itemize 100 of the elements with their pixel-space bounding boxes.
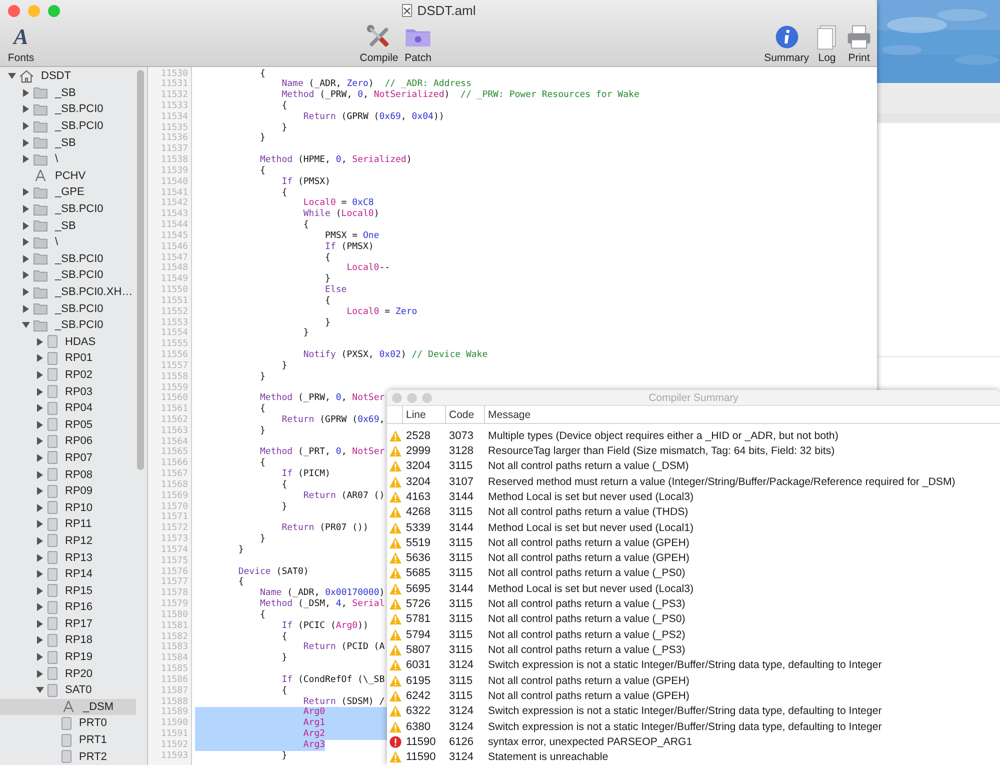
tree-item[interactable]: _SB.PCI0: [0, 250, 136, 268]
triangle-right-icon[interactable]: [22, 155, 30, 164]
summary-button[interactable]: Summary: [764, 23, 809, 64]
tree-item[interactable]: RP12: [0, 532, 136, 550]
print-button[interactable]: Print: [845, 23, 873, 64]
triangle-right-icon[interactable]: [36, 504, 44, 512]
triangle-right-icon[interactable]: [36, 653, 44, 662]
tree-item[interactable]: _SB.PCI0.XH…: [0, 284, 136, 300]
tree-item[interactable]: HDAS: [0, 334, 136, 350]
tree-item[interactable]: RP09: [0, 482, 136, 500]
tree-item[interactable]: _SB.PCI0: [0, 200, 136, 218]
tree-item[interactable]: PCHV: [0, 168, 136, 184]
line-cell-text: 3204: [405, 476, 432, 488]
patch-button[interactable]: Patch: [400, 23, 436, 64]
device-icon: [47, 684, 58, 697]
tree-item[interactable]: RP13: [0, 549, 136, 566]
triangle-right-icon[interactable]: [22, 88, 30, 97]
tree-item[interactable]: _SB.PCI0: [0, 101, 136, 118]
tree-item[interactable]: RP11: [0, 516, 136, 533]
tree-item[interactable]: RP05: [0, 416, 136, 434]
tree-item[interactable]: PRT1: [0, 732, 136, 748]
column-header[interactable]: Line: [402, 406, 445, 423]
tree-item[interactable]: _SB: [0, 217, 136, 234]
triangle-right-icon[interactable]: [22, 304, 30, 313]
tree-item[interactable]: RP16: [0, 599, 136, 616]
scrollbar[interactable]: [137, 70, 144, 470]
triangle-down-icon[interactable]: [22, 321, 30, 330]
log-button[interactable]: Log: [813, 23, 841, 64]
triangle-right-icon[interactable]: [36, 670, 44, 678]
triangle-right-icon[interactable]: [36, 338, 44, 346]
tree-item[interactable]: RP14: [0, 566, 136, 582]
triangle-right-icon[interactable]: [22, 222, 30, 230]
tree-item[interactable]: _GPE: [0, 184, 136, 201]
tree-item[interactable]: RP02: [0, 366, 136, 384]
tree-item[interactable]: PRT0: [0, 715, 136, 732]
triangle-right-icon[interactable]: [36, 354, 44, 362]
tree-item[interactable]: RP18: [0, 632, 136, 649]
triangle-right-icon[interactable]: [22, 271, 30, 280]
triangle-right-icon[interactable]: [36, 636, 44, 644]
tree-item[interactable]: RP15: [0, 582, 136, 599]
tree-item[interactable]: RP01: [0, 350, 136, 367]
tree-item[interactable]: RP10: [0, 499, 136, 516]
triangle-right-icon[interactable]: [36, 388, 44, 396]
code-cell-text: 3115: [448, 552, 474, 564]
triangle-right-icon[interactable]: [36, 437, 44, 446]
tree-item[interactable]: RP20: [0, 665, 136, 682]
tree-item[interactable]: RP08: [0, 466, 136, 483]
triangle-right-icon[interactable]: [22, 138, 30, 147]
triangle-right-icon[interactable]: [36, 404, 44, 412]
tree-item[interactable]: _DSM: [0, 698, 136, 716]
column-header[interactable]: Message: [484, 406, 1000, 423]
tree-item[interactable]: \: [0, 150, 136, 168]
triangle-right-icon[interactable]: [22, 254, 30, 263]
tree-item[interactable]: \: [0, 234, 136, 251]
line-number: 11554: [160, 328, 189, 340]
line-number: 11576: [160, 566, 189, 578]
tree-item[interactable]: PRT2: [0, 748, 136, 765]
tree-item[interactable]: _SB: [0, 134, 136, 151]
triangle-down-icon[interactable]: [36, 686, 44, 694]
tree-item[interactable]: SAT0: [0, 682, 136, 699]
tree-item[interactable]: _SB.PCI0: [0, 118, 136, 134]
triangle-right-icon[interactable]: [22, 188, 30, 196]
tree-item[interactable]: _SB.PCI0: [0, 267, 136, 284]
triangle-right-icon[interactable]: [36, 420, 44, 429]
tree-item[interactable]: RP17: [0, 616, 136, 632]
triangle-right-icon[interactable]: [22, 205, 30, 214]
triangle-right-icon[interactable]: [36, 454, 44, 462]
tree-item[interactable]: RP03: [0, 383, 136, 400]
triangle-right-icon[interactable]: [36, 370, 44, 379]
triangle-right-icon[interactable]: [36, 570, 44, 578]
tree-item[interactable]: RP04: [0, 400, 136, 416]
triangle-right-icon[interactable]: [22, 238, 30, 246]
compile-button[interactable]: Compile: [358, 23, 400, 64]
triangle-down-icon[interactable]: [8, 72, 16, 80]
triangle-right-icon[interactable]: [36, 487, 44, 496]
tree-item[interactable]: _SB.PCI0: [0, 300, 136, 317]
tree-item[interactable]: _SB.PCI0: [0, 316, 136, 334]
fonts-button[interactable]: A Fonts: [5, 23, 37, 64]
column-header[interactable]: Code: [445, 406, 484, 423]
code-cell-text: 3115: [448, 567, 474, 580]
triangle-right-icon[interactable]: [22, 122, 30, 130]
triangle-right-icon[interactable]: [36, 554, 44, 562]
close-button[interactable]: [8, 4, 20, 16]
tree-item[interactable]: RP19: [0, 648, 136, 666]
triangle-right-icon[interactable]: [36, 536, 44, 545]
tree-item[interactable]: DSDT: [0, 68, 136, 85]
triangle-right-icon[interactable]: [22, 105, 30, 114]
code-line: If (PMSX): [282, 176, 330, 188]
tree-item[interactable]: RP06: [0, 433, 136, 450]
triangle-right-icon[interactable]: [36, 603, 44, 612]
triangle-right-icon[interactable]: [36, 470, 44, 479]
triangle-right-icon[interactable]: [36, 586, 44, 595]
tree-item[interactable]: _SB: [0, 84, 136, 102]
triangle-right-icon[interactable]: [36, 620, 44, 628]
tree-item[interactable]: RP07: [0, 450, 136, 466]
triangle-right-icon[interactable]: [36, 520, 44, 528]
line-number: 11562: [160, 415, 189, 426]
triangle-right-icon[interactable]: [22, 288, 30, 296]
folder-icon: [33, 252, 48, 266]
code-line: {: [303, 220, 309, 231]
